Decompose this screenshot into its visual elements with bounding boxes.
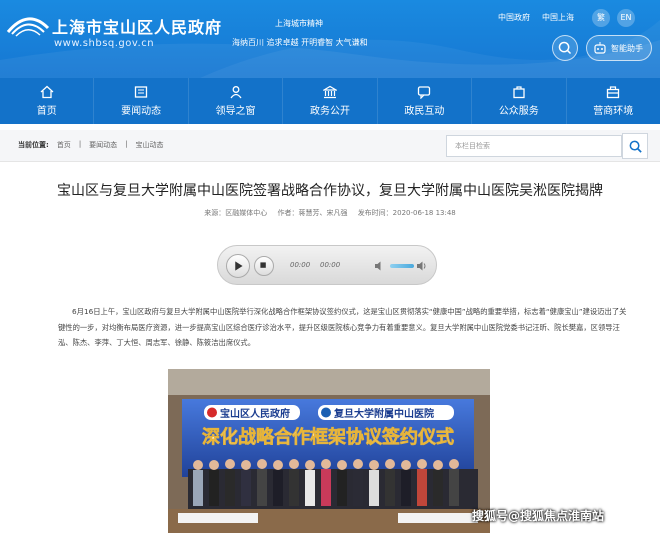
main-nav: 首页 要闻动态 领导之窗 政务公开 政民互动 公众服务 营商环境 <box>0 78 660 124</box>
article-meta: 来源：区融媒体中心 作者：蒋慧芳、宋凡强 发布时间：2020-06-18 13:… <box>0 208 660 218</box>
nav-item-leaders[interactable]: 领导之窗 <box>189 78 284 124</box>
article-date: 发布时间：2020-06-18 13:48 <box>357 209 456 217</box>
banner-main-text: 深化战略合作框架协议签约仪式 <box>202 426 454 448</box>
audio-total-time: 00:00 <box>320 261 341 269</box>
search-circle-button[interactable] <box>552 35 578 61</box>
signing-ceremony-photo: 宝山区人民政府 复旦大学附属中山医院 深化战略合作框架协议签约仪式 <box>168 369 490 533</box>
smart-assistant-button[interactable]: 智能助手 <box>586 35 652 61</box>
site-url: www.shbsq.gov.cn <box>54 38 155 49</box>
nav-label: 政务公开 <box>309 106 350 117</box>
top-link-china-gov[interactable]: 中国政府 <box>498 12 530 23</box>
play-button[interactable] <box>226 254 250 278</box>
breadcrumb-separator: | <box>78 140 82 148</box>
watermark-text: 搜狐号@搜狐焦点淮南站 <box>472 509 605 523</box>
breadcrumb-label: 当前位置: <box>18 141 49 149</box>
search-icon <box>558 41 572 55</box>
banner-right-text: 复旦大学附属中山医院 <box>333 407 434 420</box>
news-icon <box>134 86 148 98</box>
article-paragraph: 6月16日上午，宝山区政府与复旦大学附属中山医院举行深化战略合作框架协议签约仪式… <box>58 307 627 347</box>
nav-item-interaction[interactable]: 政民互动 <box>378 78 473 124</box>
stop-icon <box>260 262 266 268</box>
business-icon <box>607 86 620 99</box>
top-link-shanghai[interactable]: 中国上海 <box>542 12 574 23</box>
article-author: 作者：蒋慧芳、宋凡强 <box>277 209 348 217</box>
nav-item-open-gov[interactable]: 政务公开 <box>283 78 378 124</box>
nav-label: 首页 <box>36 106 57 117</box>
volume-low-icon[interactable] <box>374 260 386 272</box>
government-icon <box>322 85 337 99</box>
audio-player: 00:00 00:00 <box>217 245 437 285</box>
nav-item-public-service[interactable]: 公众服务 <box>472 78 567 124</box>
search-button[interactable] <box>622 133 648 159</box>
stop-button[interactable] <box>254 256 274 276</box>
nav-label: 要闻动态 <box>121 106 162 117</box>
breadcrumb-item-home[interactable]: 首页 <box>57 140 71 150</box>
nav-label: 公众服务 <box>498 106 539 117</box>
traditional-chinese-button[interactable]: 繁 <box>592 9 610 27</box>
smart-assistant-label: 智能助手 <box>611 43 643 53</box>
site-title[interactable]: 上海市宝山区人民政府 <box>52 14 222 38</box>
nav-item-business[interactable]: 营商环境 <box>567 78 660 124</box>
search-icon <box>629 140 642 153</box>
volume-high-icon[interactable] <box>416 260 428 272</box>
government-logo-icon <box>6 17 50 37</box>
english-button[interactable]: EN <box>617 9 635 27</box>
nav-item-home[interactable]: 首页 <box>0 78 95 124</box>
article-title: 宝山区与复旦大学附属中山医院签署战略合作协议，复旦大学附属中山医院吴淞医院揭牌 <box>57 183 603 199</box>
play-icon <box>235 261 243 271</box>
nav-label: 领导之窗 <box>215 106 256 117</box>
article-photo: 宝山区人民政府 复旦大学附属中山医院 深化战略合作框架协议签约仪式 <box>168 369 490 533</box>
top-links: 中国政府 中国上海 <box>498 12 574 23</box>
leader-icon <box>230 86 242 99</box>
nav-label: 营商环境 <box>593 106 634 117</box>
site-header: 上海市宝山区人民政府 www.shbsq.gov.cn 上海城市精神 海纳百川 … <box>0 0 660 78</box>
banner-left-text: 宝山区人民政府 <box>220 407 290 420</box>
robot-icon <box>594 42 606 54</box>
search-input[interactable]: 本栏目检索 <box>446 135 622 157</box>
home-icon <box>40 85 54 99</box>
breadcrumb-item-baoshan[interactable]: 宝山动态 <box>136 140 164 150</box>
service-icon <box>513 86 525 99</box>
nav-label: 政民互动 <box>404 106 445 117</box>
audio-current-time: 00:00 <box>290 261 311 269</box>
breadcrumb: 当前位置: 首页 | 要闻动态 | 宝山动态 <box>18 140 164 150</box>
breadcrumb-separator: | <box>125 140 128 148</box>
breadcrumb-item-news[interactable]: 要闻动态 <box>89 140 117 150</box>
nav-item-news[interactable]: 要闻动态 <box>94 78 189 124</box>
city-spirit-text: 海纳百川 追求卓越 开明睿智 大气谦和 <box>232 38 368 47</box>
interaction-icon <box>418 86 431 99</box>
article-source: 来源：区融媒体中心 <box>204 209 268 217</box>
city-spirit-title: 上海城市精神 <box>275 19 323 28</box>
volume-slider[interactable] <box>390 264 414 268</box>
